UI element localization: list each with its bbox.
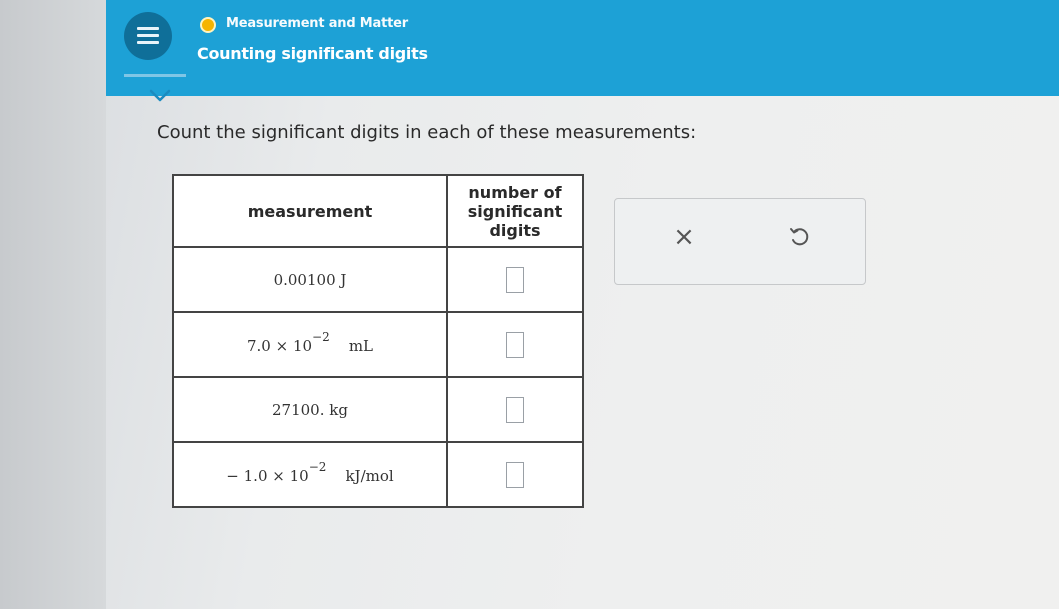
measurement-exponent: −2 [308,460,327,474]
measurement-value: 27100. [272,400,325,419]
answer-input[interactable] [506,461,524,488]
measurement-table: measurement number of significant digits… [172,174,584,508]
measurement-unit: kJ/mol [345,467,394,485]
table-header-row: measurement number of significant digits [172,174,584,248]
menu-button[interactable] [124,12,172,60]
table-row: 27100. kg [172,376,584,443]
measurement-value: 0.00100 [273,270,336,289]
clear-button[interactable]: × [672,222,696,252]
measurement-cell: − 1.0 × 10−2 kJ/mol [172,441,448,508]
table-row: − 1.0 × 10−2 kJ/mol [172,441,584,508]
answer-cell [446,376,584,443]
measurement-exponent: −2 [312,330,330,344]
table-row: 7.0 × 10−2 mL [172,311,584,378]
undo-icon [790,228,809,246]
header-line-2: significant [467,201,563,221]
measurement-unit: mL [348,337,373,355]
undo-button[interactable] [787,225,811,249]
answer-cell [446,311,584,378]
close-icon: × [673,222,695,252]
measurement-unit: kg [329,400,348,419]
table-row: 0.00100 J [172,246,584,313]
measurement-value: − 1.0 × 10 [226,467,309,485]
measurement-cell: 7.0 × 10−2 mL [172,311,448,378]
question-prompt: Count the significant digits in each of … [157,122,697,143]
measurement-cell: 27100. kg [172,376,448,443]
page-title: Counting significant digits [197,44,428,63]
answer-input[interactable] [506,396,524,423]
header-line-1: number of [468,182,562,202]
measurement-value: 7.0 × 10 [246,337,313,355]
answer-cell [446,246,584,313]
answer-input[interactable] [506,331,524,358]
header-divider [124,74,186,77]
measurement-cell: 0.00100 J [172,246,448,313]
hamburger-icon [137,27,159,45]
tools-panel [614,198,866,285]
header-line-3: digits [489,220,541,240]
topic-title: Measurement and Matter [226,16,408,31]
topic-status-icon [200,17,216,33]
header-significant-digits: number of significant digits [446,174,584,248]
answer-cell [446,441,584,508]
chevron-down-icon [149,89,171,102]
answer-input[interactable] [506,266,524,293]
collapse-toggle[interactable] [146,86,174,106]
measurement-unit: J [340,270,347,289]
left-margin [0,0,106,609]
header-measurement: measurement [172,174,448,248]
